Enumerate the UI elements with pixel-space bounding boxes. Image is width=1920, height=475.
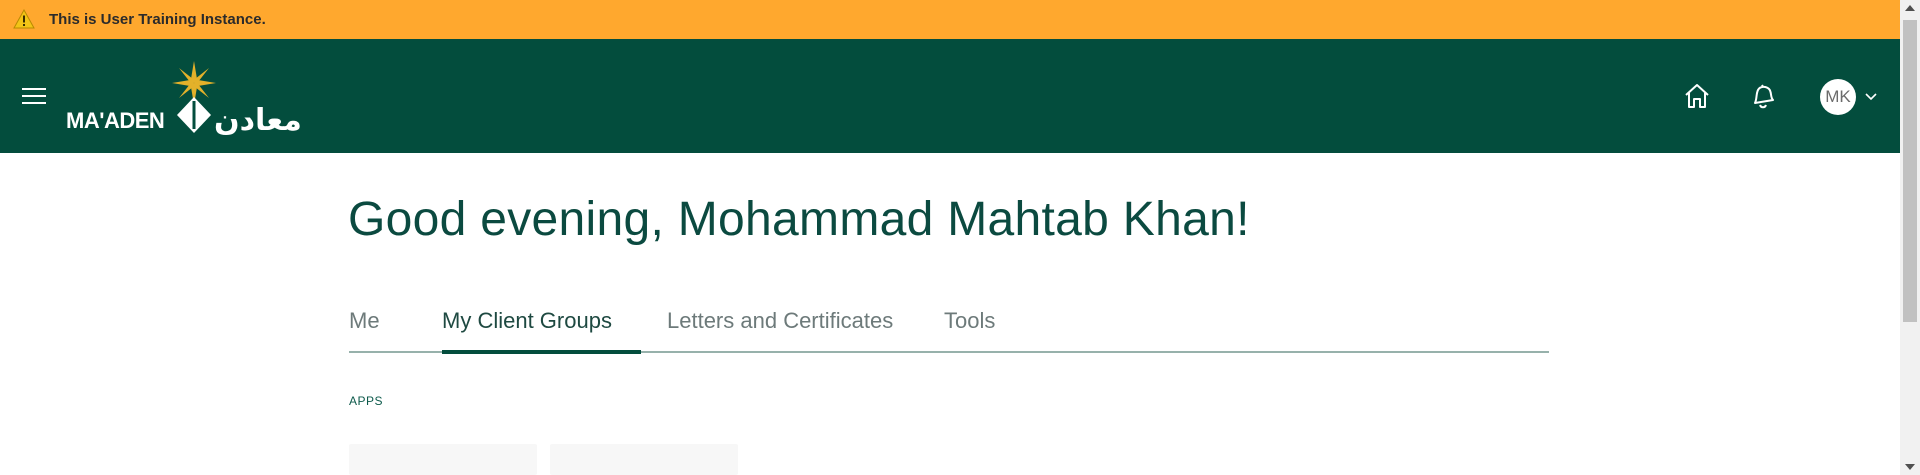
tab-letters-and-certificates[interactable]: Letters and Certificates bbox=[667, 308, 893, 334]
avatar[interactable]: MK bbox=[1820, 79, 1856, 115]
warning-icon bbox=[13, 9, 35, 29]
svg-text:معادن: معادن bbox=[214, 103, 302, 137]
tab-my-client-groups[interactable]: My Client Groups bbox=[442, 308, 612, 334]
banner-text: This is User Training Instance. bbox=[49, 11, 266, 28]
scroll-down-arrow-icon[interactable] bbox=[1900, 458, 1920, 475]
active-tab-indicator bbox=[442, 350, 641, 354]
maaden-logo[interactable]: MA'ADEN معادن bbox=[64, 61, 334, 137]
scroll-up-arrow-icon[interactable] bbox=[1900, 0, 1920, 17]
tab-tools[interactable]: Tools bbox=[944, 308, 995, 334]
apps-section-label: APPS bbox=[349, 394, 384, 408]
menu-icon[interactable] bbox=[22, 85, 48, 105]
vertical-scrollbar[interactable] bbox=[1900, 0, 1920, 475]
tab-me[interactable]: Me bbox=[349, 308, 380, 334]
user-menu[interactable]: MK bbox=[1818, 77, 1880, 117]
svg-text:MA'ADEN: MA'ADEN bbox=[66, 108, 164, 133]
greeting-title: Good evening, Mohammad Mahtab Khan! bbox=[348, 193, 1250, 246]
home-icon[interactable] bbox=[1680, 79, 1714, 113]
app-header: MA'ADEN معادن MK bbox=[0, 39, 1900, 153]
navigation-tabs: Me My Client Groups Letters and Certific… bbox=[349, 300, 1549, 354]
chevron-down-icon[interactable] bbox=[1864, 91, 1878, 103]
scrollbar-thumb[interactable] bbox=[1903, 20, 1917, 322]
app-card[interactable] bbox=[550, 444, 738, 475]
app-card[interactable] bbox=[349, 444, 537, 475]
training-instance-banner: This is User Training Instance. bbox=[0, 0, 1900, 39]
notifications-bell-icon[interactable] bbox=[1746, 79, 1780, 113]
